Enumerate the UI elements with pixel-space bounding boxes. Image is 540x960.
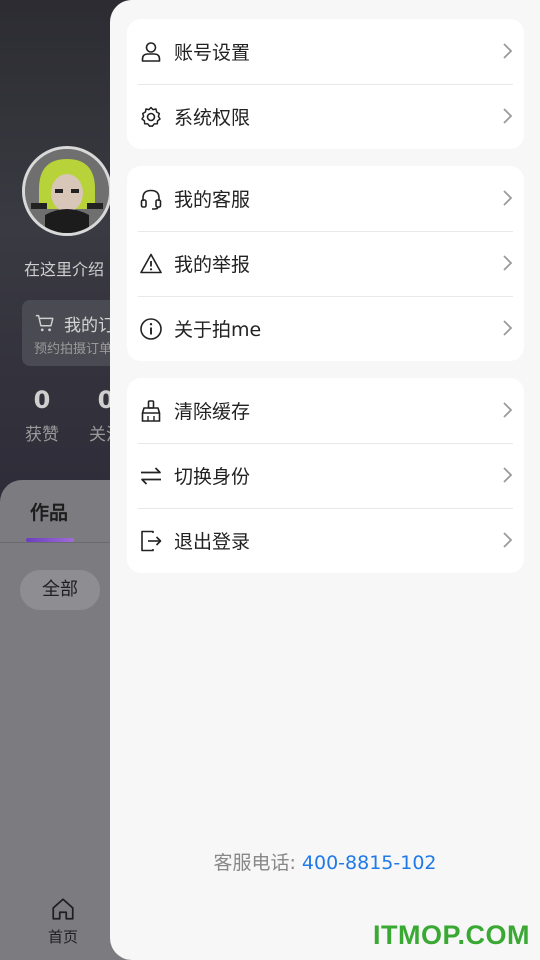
chevron-right-icon (503, 190, 513, 206)
stat-likes-label: 获赞 (25, 425, 59, 445)
nav-home-label: 首页 (47, 928, 78, 946)
menu-item-label: 我的举报 (174, 254, 251, 276)
home-icon (52, 898, 74, 920)
menu-item-system-permissions[interactable]: 系统权限 (127, 84, 524, 149)
stat-likes[interactable]: 0 获赞 (22, 386, 62, 445)
broom-icon (141, 399, 161, 422)
avatar[interactable] (22, 146, 112, 236)
tab-works[interactable]: 作品 (30, 498, 68, 525)
booking-subtitle: 预约拍摄订单 (34, 342, 113, 357)
gear-icon (141, 106, 161, 127)
avatar-image (25, 149, 109, 233)
chevron-right-icon (503, 402, 513, 418)
hotline-label: 客服电话: (213, 852, 302, 874)
menu-item-label: 退出登录 (174, 531, 251, 553)
menu-item-logout[interactable]: 退出登录 (127, 508, 524, 573)
menu-item-customer-service[interactable]: 我的客服 (127, 166, 524, 231)
logout-icon (141, 530, 162, 551)
settings-group-account: 账号设置 系统权限 (127, 19, 524, 149)
warning-icon (140, 253, 162, 273)
stat-likes-value: 0 (33, 386, 51, 414)
chevron-right-icon (503, 255, 513, 271)
menu-item-label: 关于拍me (174, 319, 262, 341)
menu-item-account-settings[interactable]: 账号设置 (127, 19, 524, 84)
chevron-right-icon (503, 320, 513, 336)
watermark-logo: ITMOP.COM (372, 920, 530, 950)
menu-item-clear-cache[interactable]: 清除缓存 (127, 378, 524, 443)
menu-item-label: 切换身份 (174, 466, 251, 488)
hotline-number[interactable]: 400-8815-102 (302, 852, 437, 874)
user-icon (141, 41, 161, 62)
nav-item-home[interactable]: 首页 (40, 896, 86, 947)
settings-drawer: 账号设置 系统权限 我的客服 我的举报 关于拍me 清除缓存 切换身份 退出登录… (110, 0, 540, 960)
booking-title: 我的订 (64, 316, 115, 336)
chevron-right-icon (503, 108, 513, 124)
menu-item-label: 清除缓存 (174, 401, 251, 423)
bio-text: 在这里介绍 (24, 260, 105, 279)
menu-item-switch-identity[interactable]: 切换身份 (127, 443, 524, 508)
menu-item-my-reports[interactable]: 我的举报 (127, 231, 524, 296)
info-icon (140, 317, 162, 340)
settings-group-support: 我的客服 我的举报 关于拍me (127, 166, 524, 361)
chevron-right-icon (503, 532, 513, 548)
menu-item-label: 系统权限 (174, 107, 251, 129)
menu-item-about[interactable]: 关于拍me (127, 296, 524, 361)
cart-icon (35, 314, 54, 332)
swap-icon (141, 466, 161, 485)
chevron-right-icon (503, 43, 513, 59)
menu-item-label: 账号设置 (174, 42, 251, 64)
chevron-right-icon (503, 467, 513, 483)
customer-service-hotline: 客服电话: 400-8815-102 (110, 848, 540, 875)
filter-all-chip[interactable]: 全部 (20, 570, 100, 610)
settings-group-session: 清除缓存 切换身份 退出登录 (127, 378, 524, 573)
headset-icon (140, 189, 162, 210)
menu-item-label: 我的客服 (174, 189, 251, 211)
